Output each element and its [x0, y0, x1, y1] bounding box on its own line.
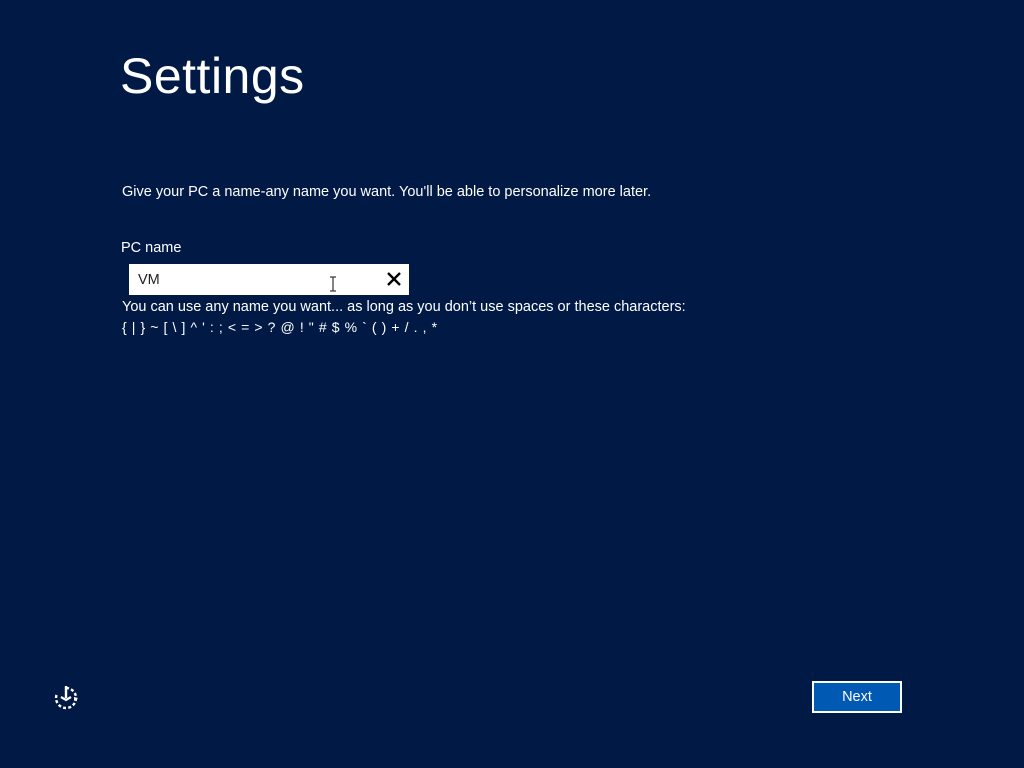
pc-name-label: PC name: [121, 240, 182, 256]
ease-of-access-button[interactable]: [52, 684, 80, 712]
forbidden-characters: { | } ~ [ \ ] ^ ' : ; < = > ? @ ! " # $ …: [122, 319, 438, 335]
text-cursor-icon: [330, 276, 336, 292]
ease-of-access-icon: [54, 686, 78, 710]
clear-button[interactable]: [385, 270, 403, 288]
close-icon: [387, 272, 401, 286]
pc-name-input-box[interactable]: [129, 264, 409, 295]
intro-text: Give your PC a name-any name you want. Y…: [122, 184, 652, 200]
pc-name-hint: You can use any name you want... as long…: [122, 299, 686, 315]
page-title: Settings: [120, 48, 305, 104]
next-button[interactable]: Next: [812, 681, 902, 713]
